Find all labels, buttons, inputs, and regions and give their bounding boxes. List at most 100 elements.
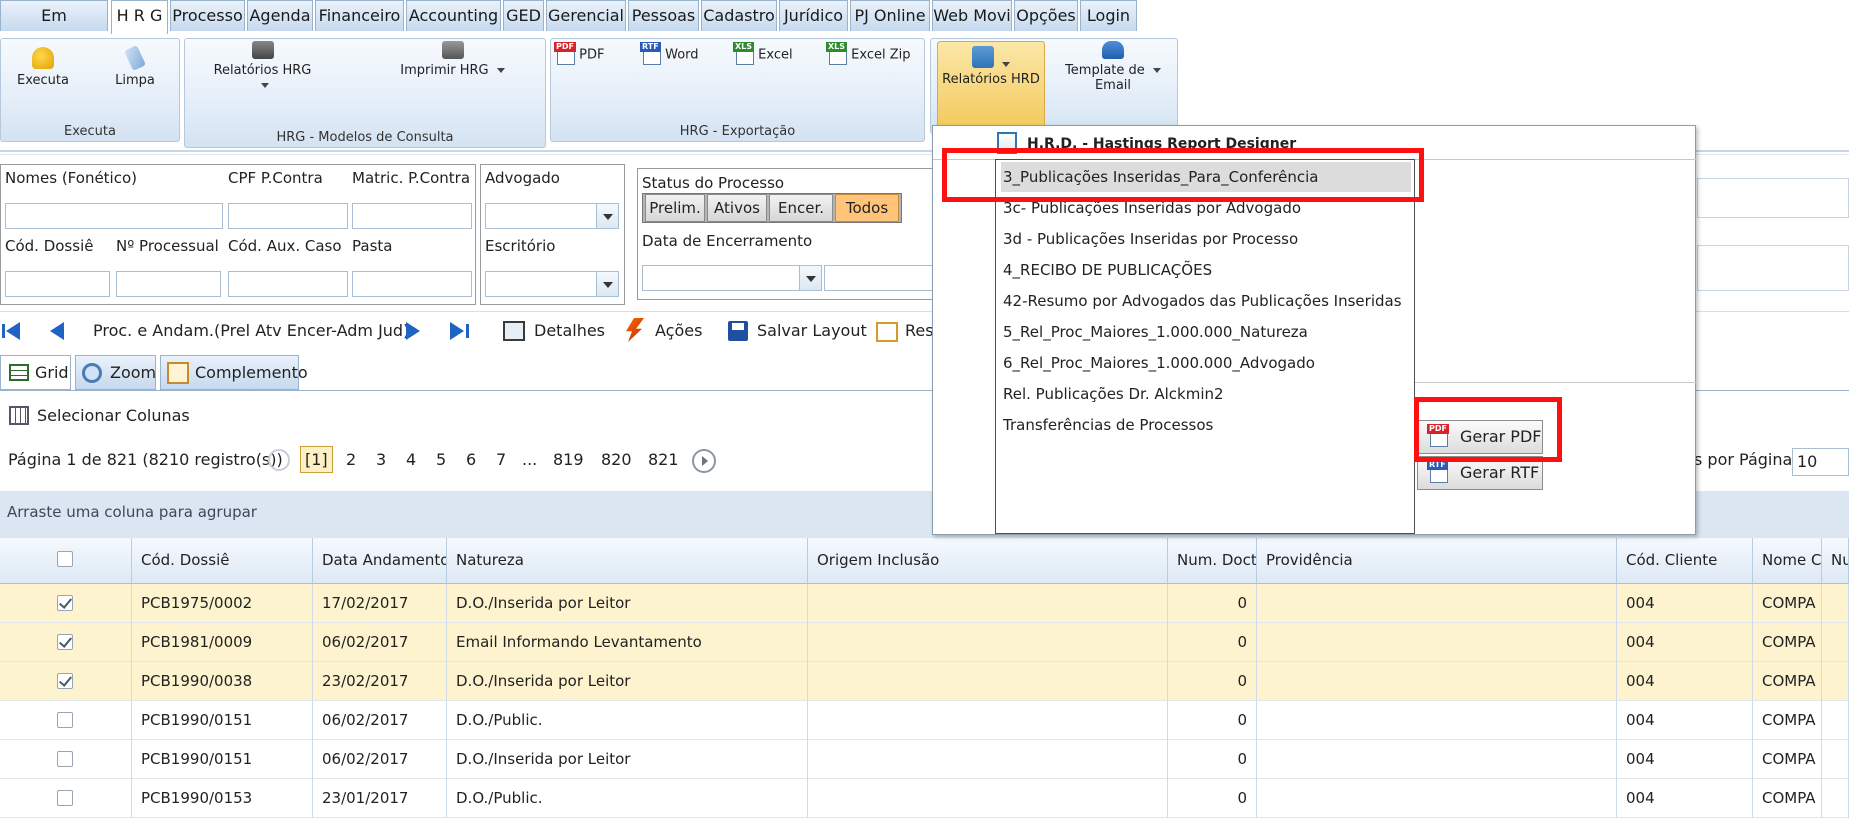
per-page-select[interactable]: 10 <box>1792 448 1849 476</box>
status-prelim[interactable]: Prelim. <box>645 194 705 222</box>
selecionar-colunas-button[interactable]: Selecionar Colunas <box>37 406 190 425</box>
header-providencia[interactable]: Providência <box>1257 538 1617 584</box>
relatorios-hrg-button[interactable]: Relatórios HRG <box>205 41 320 93</box>
tab-juridico[interactable]: Jurídico <box>779 0 848 31</box>
tab-hrg[interactable]: H R G <box>111 0 168 34</box>
row-checkbox[interactable] <box>57 790 73 806</box>
tab-gerencial[interactable]: Gerencial <box>546 0 626 31</box>
escritorio-select[interactable] <box>485 271 619 297</box>
table-row[interactable]: PCB1990/0153 23/01/2017 D.O./Public. 0 004 CO… <box>0 779 1849 818</box>
right-field-1[interactable] <box>1697 178 1849 218</box>
cell-select[interactable] <box>0 584 132 623</box>
details-icon[interactable] <box>503 321 525 341</box>
tab-pj-online[interactable]: PJ Online <box>850 0 930 31</box>
pager-page[interactable]: 819 <box>553 450 584 469</box>
header-natureza[interactable]: Natureza <box>447 538 808 584</box>
chevron-down-icon[interactable] <box>596 204 618 228</box>
previous-icon[interactable] <box>50 322 64 340</box>
pager-page[interactable]: 3 <box>376 450 386 469</box>
pager-page[interactable]: 821 <box>648 450 679 469</box>
last-page-icon[interactable] <box>450 322 474 340</box>
report-item[interactable]: Transferências de Processos <box>1001 410 1411 440</box>
report-item[interactable]: Rel. Publicações Dr. Alckmin2 <box>1001 379 1411 409</box>
tab-web-movi[interactable]: Web Movi <box>932 0 1012 31</box>
header-num[interactable]: Num <box>1822 538 1849 584</box>
pager-page[interactable]: 6 <box>466 450 476 469</box>
header-data-andamento[interactable]: Data Andamento <box>313 538 447 584</box>
row-checkbox[interactable] <box>57 673 73 689</box>
export-excel-zip-button[interactable]: XLS Excel Zip <box>826 42 919 65</box>
tab-agenda[interactable]: Agenda <box>247 0 313 31</box>
cod-aux-input[interactable] <box>228 271 348 297</box>
tab-login[interactable]: Login <box>1080 0 1137 31</box>
imprimir-hrg-button[interactable]: Imprimir HRG <box>395 41 510 78</box>
data-encerramento-to[interactable] <box>824 265 934 291</box>
tab-grid[interactable]: Grid <box>0 355 71 390</box>
report-item[interactable]: 3d - Publicações Inseridas por Processo <box>1001 224 1411 254</box>
cell-select[interactable] <box>0 740 132 779</box>
report-item[interactable]: 4_RECIBO DE PUBLICAÇÕES <box>1001 255 1411 285</box>
row-checkbox[interactable] <box>57 634 73 650</box>
executa-button[interactable]: Executa <box>13 47 73 88</box>
matric-input[interactable] <box>352 203 472 229</box>
cell-select[interactable] <box>0 623 132 662</box>
tab-ged[interactable]: GED <box>503 0 544 31</box>
num-processual-input[interactable] <box>116 271 221 297</box>
cell-select[interactable] <box>0 779 132 818</box>
status-encer[interactable]: Encer. <box>769 194 833 222</box>
acoes-button[interactable]: Ações <box>655 321 702 340</box>
table-row[interactable]: PCB1981/0009 06/02/2017 Email Informando L… <box>0 623 1849 662</box>
status-todos[interactable]: Todos <box>835 194 899 222</box>
pasta-input[interactable] <box>352 271 472 297</box>
advogado-select[interactable] <box>485 203 619 229</box>
pager-page[interactable]: 7 <box>496 450 506 469</box>
table-row[interactable]: PCB1990/0038 23/02/2017 D.O./Inserida por … <box>0 662 1849 701</box>
tab-opcoes[interactable]: Opções <box>1014 0 1078 31</box>
header-origem-inclusao[interactable]: Origem Inclusão <box>808 538 1168 584</box>
next-icon[interactable] <box>406 322 420 340</box>
cell-select[interactable] <box>0 662 132 701</box>
chevron-down-icon[interactable] <box>596 272 618 296</box>
export-excel-button[interactable]: XLS Excel <box>733 42 806 65</box>
row-checkbox[interactable] <box>57 751 73 767</box>
row-checkbox[interactable] <box>57 712 73 728</box>
tab-financeiro[interactable]: Financeiro <box>315 0 404 31</box>
pager-prev-icon[interactable] <box>268 449 290 471</box>
status-ativos[interactable]: Ativos <box>707 194 767 222</box>
pager-current[interactable]: [1] <box>300 446 333 473</box>
report-item[interactable]: 6_Rel_Proc_Maiores_1.000.000_Advogado <box>1001 348 1411 378</box>
report-item[interactable]: 42-Resumo por Advogados das Publicações … <box>1001 286 1411 316</box>
row-checkbox[interactable] <box>57 595 73 611</box>
nomes-input[interactable] <box>5 203 223 229</box>
cod-dossie-input[interactable] <box>5 271 110 297</box>
tab-pessoas[interactable]: Pessoas <box>628 0 699 31</box>
pager-page[interactable]: 4 <box>406 450 416 469</box>
res-button[interactable]: Res <box>905 321 934 340</box>
report-item[interactable]: 5_Rel_Proc_Maiores_1.000.000_Natureza <box>1001 317 1411 347</box>
first-page-icon[interactable] <box>2 322 24 340</box>
cell-select[interactable] <box>0 701 132 740</box>
cpf-input[interactable] <box>228 203 348 229</box>
tab-processo[interactable]: Processo <box>170 0 245 31</box>
pager-page[interactable]: 820 <box>601 450 632 469</box>
pager-next-icon[interactable] <box>692 449 716 473</box>
tab-accounting[interactable]: Accounting <box>406 0 501 31</box>
tab-cadastro[interactable]: Cadastro <box>701 0 777 31</box>
detalhes-button[interactable]: Detalhes <box>534 321 605 340</box>
table-row[interactable]: PCB1975/0002 17/02/2017 D.O./Inserida por … <box>0 584 1849 623</box>
pager-page[interactable]: 2 <box>346 450 356 469</box>
header-cod-cliente[interactable]: Cód. Cliente <box>1617 538 1753 584</box>
header-select-all[interactable] <box>0 538 132 584</box>
tab-complemento[interactable]: Complemento <box>160 355 308 390</box>
data-encerramento-from[interactable] <box>642 265 822 291</box>
table-row[interactable]: PCB1990/0151 06/02/2017 D.O./Inserida por … <box>0 740 1849 779</box>
header-cod-dossie[interactable]: Cód. Dossiê <box>132 538 313 584</box>
pager-page[interactable]: 5 <box>436 450 446 469</box>
right-field-2[interactable] <box>1697 245 1849 291</box>
template-email-button[interactable]: Template de Email <box>1053 41 1173 93</box>
tab-em-operacao[interactable]: Em Operação <box>0 0 108 54</box>
columns-icon[interactable] <box>9 406 29 425</box>
limpa-button[interactable]: Limpa <box>105 45 165 88</box>
tab-zoom[interactable]: Zoom <box>75 355 156 390</box>
header-nome-cliente[interactable]: Nome C <box>1753 538 1822 584</box>
